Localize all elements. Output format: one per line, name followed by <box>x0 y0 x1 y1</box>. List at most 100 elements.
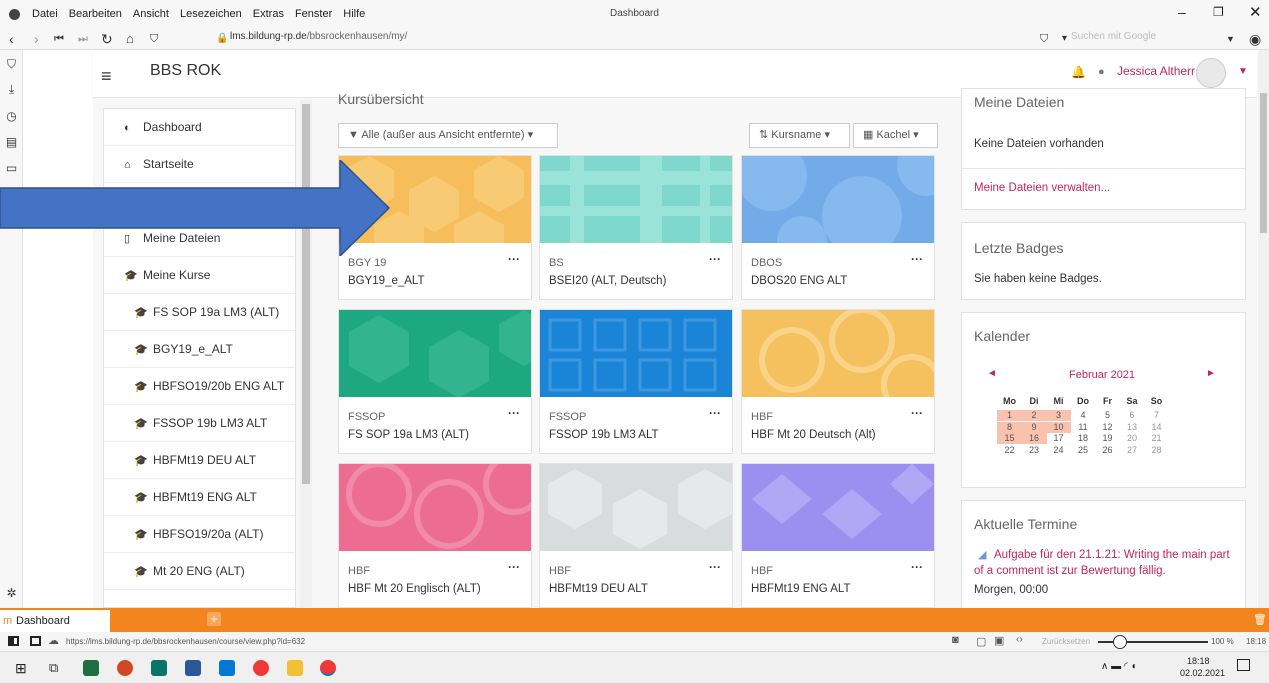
avatar[interactable] <box>1196 58 1226 88</box>
nav-item-course[interactable]: 🎓 FSSOP 19b LM3 ALT <box>104 405 295 442</box>
manage-files-link[interactable]: Meine Dateien verwalten... <box>974 182 1110 194</box>
downloads-icon[interactable]: ⤓ <box>5 83 18 96</box>
nav-item-course[interactable]: 🎓 HBFMt19 ENG ALT <box>104 479 295 516</box>
powerpoint-icon[interactable] <box>117 660 133 676</box>
nav-item-course[interactable]: 🎓 HBFSO19/20b ENG ALT <box>104 368 295 405</box>
more-actions-icon[interactable]: ··· <box>911 406 923 420</box>
calendar-day[interactable]: 7 <box>1144 410 1169 421</box>
course-image[interactable] <box>742 310 934 397</box>
system-tray-icons[interactable]: ∧ ▬ ◜ ◖ <box>1101 661 1137 672</box>
more-actions-icon[interactable]: ··· <box>508 560 520 574</box>
course-name[interactable]: HBFMt19 ENG ALT <box>751 583 850 595</box>
image-toggle-icon[interactable]: ▢ <box>976 635 986 648</box>
bookmarks-icon[interactable]: ⛉ <box>5 58 18 71</box>
calendar-day[interactable]: 22 <box>997 445 1022 456</box>
notification-bell-icon[interactable]: 🔔 <box>1071 65 1086 79</box>
nav-item-course[interactable]: 🎓 BGY19_e_ALT <box>104 331 295 368</box>
calendar-day[interactable]: 8 <box>997 421 1022 433</box>
tab-dashboard[interactable]: m Dashboard <box>0 610 110 632</box>
code-icon[interactable]: ‹› <box>1016 634 1023 645</box>
more-actions-icon[interactable]: ··· <box>911 560 923 574</box>
course-card[interactable]: BS ··· BSEI20 (ALT, Deutsch) <box>539 155 733 300</box>
excel-icon[interactable] <box>83 660 99 676</box>
more-actions-icon[interactable]: ··· <box>508 406 520 420</box>
search-engine-icon[interactable]: ▾ <box>1062 29 1067 49</box>
close-button[interactable]: ✕ <box>1249 3 1262 21</box>
calendar-day[interactable]: 9 <box>1021 421 1047 433</box>
course-image[interactable] <box>339 310 531 397</box>
more-actions-icon[interactable]: ··· <box>709 406 721 420</box>
calendar-day[interactable]: 23 <box>1022 445 1047 456</box>
view-dropdown[interactable]: ▦ Kachel ▾ <box>853 123 938 148</box>
course-card[interactable]: DBOS ··· DBOS20 ENG ALT <box>741 155 935 300</box>
shield-icon[interactable]: ⛉ <box>150 29 158 49</box>
course-card[interactable]: FSSOP ··· FSSOP 19b LM3 ALT <box>539 309 733 454</box>
course-name[interactable]: DBOS20 ENG ALT <box>751 275 847 287</box>
course-image[interactable] <box>339 464 531 551</box>
course-name[interactable]: BSEI20 (ALT, Deutsch) <box>549 275 666 287</box>
maximize-button[interactable]: ❐ <box>1213 5 1224 19</box>
calendar-day[interactable]: 28 <box>1144 445 1169 456</box>
course-card[interactable]: HBF ··· HBF Mt 20 Deutsch (Alt) <box>741 309 935 454</box>
notifications-icon[interactable] <box>1237 659 1250 671</box>
more-actions-icon[interactable]: ··· <box>709 560 721 574</box>
menu-datei[interactable]: Datei <box>32 8 58 20</box>
calendar-day[interactable]: 25 <box>1071 445 1096 456</box>
word-icon[interactable] <box>185 660 201 676</box>
reload-icon[interactable]: ↻ <box>101 29 113 49</box>
trash-icon[interactable]: 🗑 <box>1253 613 1267 626</box>
account-icon[interactable]: ◉ <box>1249 29 1261 49</box>
hamburger-menu-icon[interactable]: ≡ <box>101 66 112 87</box>
fast-forward-icon[interactable]: ⏭ <box>78 29 88 49</box>
messages-icon[interactable]: ● <box>1098 66 1105 78</box>
panel-toggle-icon[interactable] <box>8 636 19 646</box>
calendar-day[interactable]: 21 <box>1144 433 1169 444</box>
course-card[interactable]: FSSOP ··· FS SOP 19a LM3 (ALT) <box>338 309 532 454</box>
calendar-day[interactable]: 16 <box>1021 433 1047 444</box>
menu-bearbeiten[interactable]: Bearbeiten <box>69 8 122 20</box>
nav-item-dashboard[interactable]: ◐ Dashboard <box>104 109 295 146</box>
site-name[interactable]: BBS ROK <box>150 62 221 80</box>
back-icon[interactable]: ‹ <box>9 29 14 49</box>
capture-icon[interactable]: ▣ <box>994 634 1004 647</box>
nav-item-course[interactable]: 🎓 HBFMt19 DEU ALT <box>104 442 295 479</box>
filter-dropdown[interactable]: ▼ Alle (außer aus Ansicht entfernte) ▾ <box>338 123 558 148</box>
calendar-day[interactable]: 14 <box>1144 422 1169 433</box>
user-menu-caret-icon[interactable]: ▼ <box>1238 66 1248 77</box>
zoom-slider-handle[interactable] <box>1113 635 1127 649</box>
more-actions-icon[interactable]: ··· <box>709 252 721 266</box>
notes-icon[interactable]: ▤ <box>5 136 18 149</box>
course-name[interactable]: HBF Mt 20 Englisch (ALT) <box>348 583 481 595</box>
vivaldi-window-icon[interactable] <box>320 660 336 676</box>
calendar-day[interactable]: 20 <box>1120 433 1145 444</box>
zoom-reset-button[interactable]: Zurücksetzen <box>1042 637 1090 646</box>
mail-icon[interactable] <box>219 660 235 676</box>
course-name[interactable]: FSSOP 19b LM3 ALT <box>549 429 659 441</box>
course-image[interactable] <box>742 156 934 243</box>
more-actions-icon[interactable]: ··· <box>911 252 923 266</box>
rewind-icon[interactable]: ⏮ <box>54 29 64 49</box>
calendar-next-icon[interactable]: ► <box>1206 368 1216 379</box>
cloud-icon[interactable]: ☁ <box>48 634 59 647</box>
user-name[interactable]: Jessica Altherr <box>1117 64 1195 78</box>
page-actions-icon[interactable]: ◙ <box>952 634 959 646</box>
menu-fenster[interactable]: Fenster <box>295 8 332 20</box>
search-input[interactable]: Suchen mit Google <box>1071 31 1196 47</box>
event-link[interactable]: Aufgabe für den 21.1.21: Writing the mai… <box>974 547 1236 579</box>
vivaldi-icon[interactable] <box>253 660 269 676</box>
calendar-day[interactable]: 1 <box>997 410 1022 421</box>
calendar-day[interactable]: 2 <box>1021 410 1047 421</box>
course-card[interactable]: HBF ··· HBFMt19 DEU ALT <box>539 463 733 608</box>
nav-item-course[interactable]: 🎓 Mt 20 ENG (ALT) <box>104 553 295 590</box>
publisher-icon[interactable] <box>151 660 167 676</box>
calendar-day[interactable]: 11 <box>1071 422 1096 433</box>
menu-extras[interactable]: Extras <box>253 8 284 20</box>
calendar-day[interactable]: 13 <box>1120 422 1145 433</box>
new-tab-icon[interactable]: + <box>207 612 221 626</box>
settings-icon[interactable]: ✲ <box>5 587 18 600</box>
calendar-day[interactable]: 17 <box>1046 433 1071 444</box>
page-scrollbar-thumb[interactable] <box>1260 93 1267 233</box>
windows-start-icon[interactable]: ⊞ <box>15 660 27 677</box>
course-image[interactable] <box>540 156 732 243</box>
course-image[interactable] <box>540 464 732 551</box>
